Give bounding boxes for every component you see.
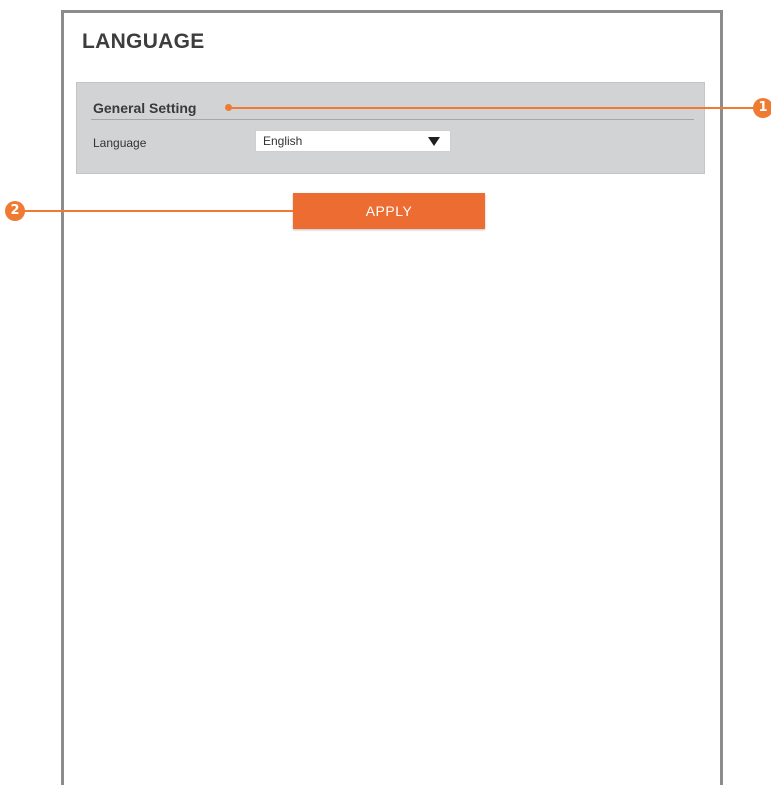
callout-1-badge: 1	[753, 98, 771, 118]
section-divider	[91, 119, 694, 120]
general-setting-panel: General Setting Language English	[76, 82, 705, 174]
callout-1-line	[229, 107, 757, 109]
language-label: Language	[93, 136, 147, 150]
section-title: General Setting	[93, 100, 197, 116]
page-title: LANGUAGE	[82, 30, 205, 53]
apply-button[interactable]: APPLY	[293, 193, 485, 229]
callout-2-line	[23, 210, 293, 212]
language-select[interactable]: English	[255, 130, 451, 152]
language-select-value: English	[263, 134, 303, 148]
callout-2-badge: 2	[5, 201, 25, 221]
dropdown-arrow-icon	[428, 137, 440, 146]
